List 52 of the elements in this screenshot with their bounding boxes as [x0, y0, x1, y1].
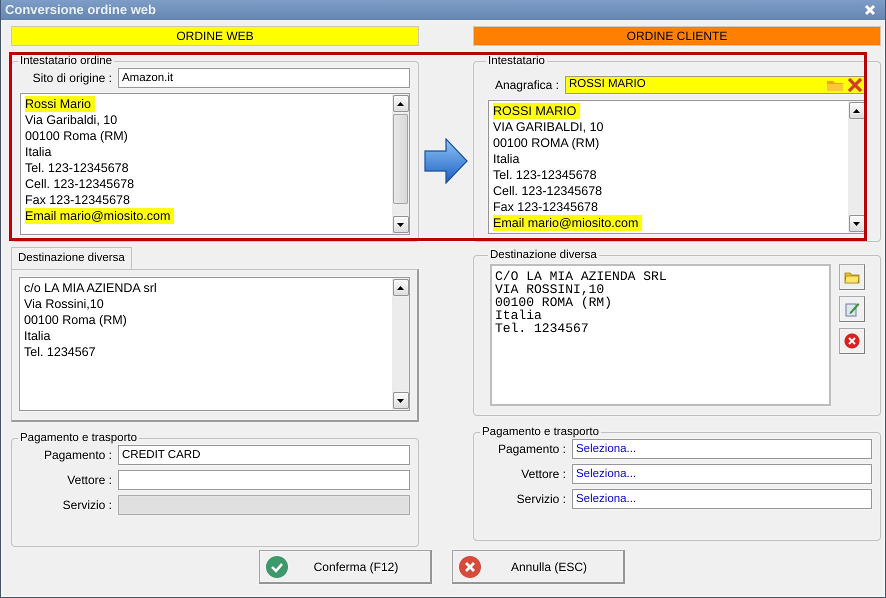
section-header: ORDINE CLIENTE — [473, 26, 881, 46]
field-label: Pagamento : — [496, 441, 566, 458]
address-line: Italia — [495, 309, 543, 322]
lookup-field[interactable]: ROSSI MARIO — [565, 76, 866, 94]
field-label: Vettore : — [520, 466, 566, 483]
address-line: Italia — [25, 144, 52, 160]
address-line: Via Garibaldi, 10 — [25, 112, 118, 128]
input-field[interactable]: Seleziona... — [572, 464, 872, 484]
confirm-button[interactable]: Conferma (F12) — [259, 550, 432, 584]
address-box[interactable]: ROSSI MARIO VIA GARIBALDI, 10 00100 ROMA (RM) Italia Tel. 123-12345678 Cell. 123-12345678 Fax 123-12345678 Email mario@miosito.com — [488, 100, 866, 234]
cancel-button[interactable]: Annulla (ESC) — [452, 550, 625, 584]
input-field[interactable]: Amazon.it — [118, 68, 410, 88]
address-line: Tel. 123-12345678 — [25, 160, 130, 176]
field-label: Servizio : — [62, 497, 112, 514]
group-title: Intestatario — [487, 54, 546, 68]
address-line: 00100 Roma (RM) — [24, 312, 128, 328]
address-line: Italia — [24, 328, 52, 344]
address-line: c/o LA MIA AZIENDA srl — [24, 280, 158, 296]
group-title: Intestatario ordine — [19, 54, 114, 68]
address-line: Tel. 1234567 — [24, 344, 97, 360]
address-box[interactable]: Rossi Mario Via Garibaldi, 10 00100 Roma (RM) Italia Tel. 123-12345678 Cell. 123-12345678 Fax 123-12345678 Email mario@miosito.com — [20, 93, 410, 235]
address-line: Fax 123-12345678 — [25, 192, 131, 208]
field-label: Vettore : — [66, 472, 112, 490]
address-line: Tel. 1234567 — [495, 322, 590, 335]
address-line: C/O LA MIA AZIENDA SRL — [495, 270, 668, 283]
field-label: Servizio : — [516, 491, 566, 508]
field-label: Anagrafica : — [494, 77, 559, 94]
address-line: 00100 ROMA (RM) — [495, 296, 614, 309]
address-box[interactable]: C/O LA MIA AZIENDA SRL VIA ROSSINI,10 00100 ROMA (RM) Italia Tel. 1234567 — [490, 264, 831, 406]
group-title: Pagamento e trasporto — [19, 431, 138, 446]
address-line: VIA GARIBALDI, 10 — [493, 119, 604, 135]
address-line: Cell. 123-12345678 — [493, 183, 604, 199]
group-title: Destinazione diversa — [489, 248, 598, 262]
address-box[interactable]: c/o LA MIA AZIENDA srl Via Rossini,10 00100 Roma (RM) Italia Tel. 1234567 — [19, 277, 410, 412]
field-label: Sito di origine : — [32, 70, 112, 87]
tab[interactable]: Destinazione diversa — [11, 247, 132, 270]
address-line: 00100 ROMA (RM) — [493, 135, 600, 151]
address-line: Via Rossini,10 — [24, 296, 105, 312]
section-header: ORDINE WEB — [11, 26, 419, 46]
field-label: Pagamento : — [42, 447, 112, 464]
address-line: Cell. 123-12345678 — [25, 176, 136, 192]
window-title: Conversione ordine web — [5, 1, 156, 20]
address-line: Fax 123-12345678 — [493, 199, 599, 215]
input-field[interactable]: Seleziona... — [572, 489, 872, 509]
address-line: Italia — [493, 151, 520, 167]
address-line: 00100 Roma (RM) — [25, 128, 129, 144]
input-field[interactable]: CREDIT CARD — [118, 445, 410, 466]
address-line: VIA ROSSINI,10 — [495, 283, 604, 296]
field-value: ROSSI MARIO — [569, 77, 647, 92]
group-title: Pagamento e trasporto — [481, 425, 600, 439]
input-field[interactable]: Seleziona... — [572, 439, 872, 459]
address-line: Tel. 123-12345678 — [493, 167, 598, 183]
